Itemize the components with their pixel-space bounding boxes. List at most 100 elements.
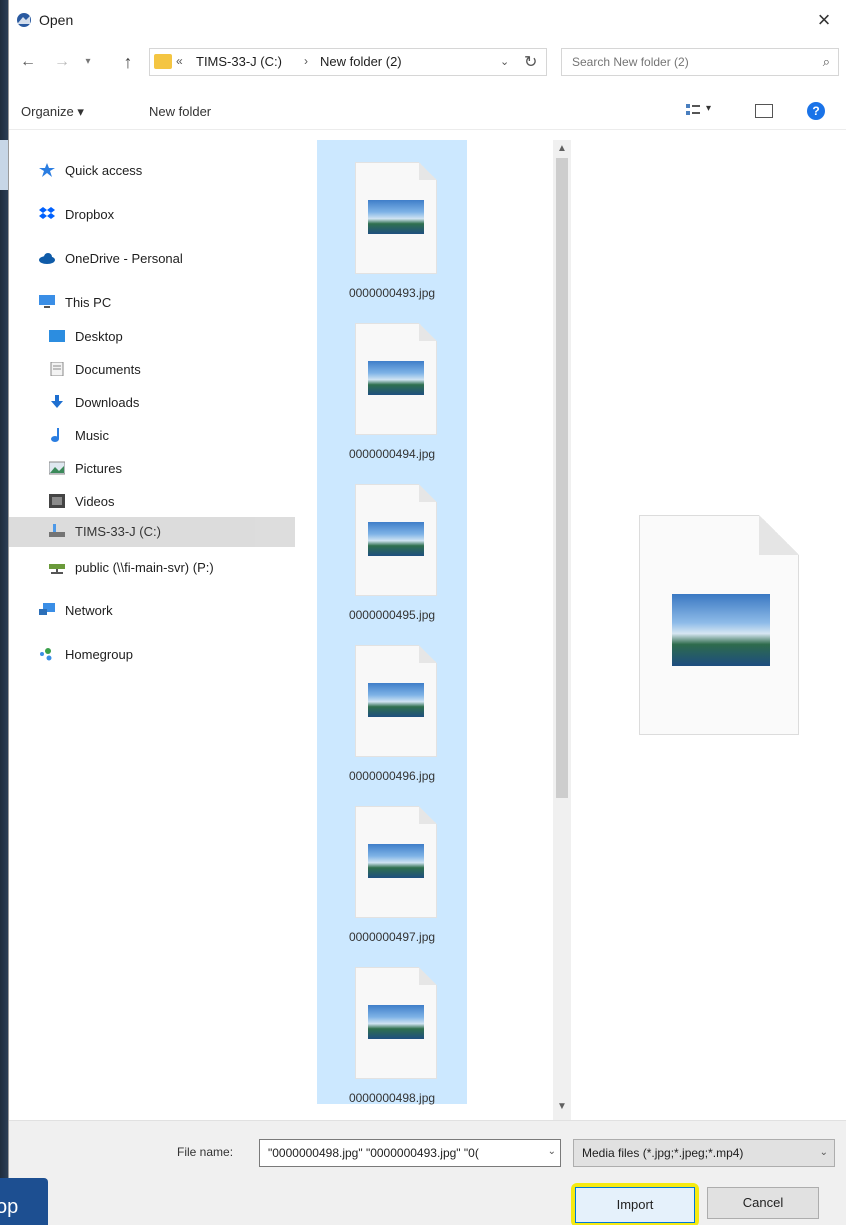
breadcrumb-drive[interactable]: TIMS-33-J (C:): [196, 54, 282, 69]
search-input[interactable]: [562, 49, 802, 75]
file-name-dropdown-icon[interactable]: ⌄: [548, 1146, 556, 1157]
recent-locations-chevron-icon[interactable]: ▾: [77, 50, 99, 74]
sidebar-item-c-drive[interactable]: TIMS-33-J (C:): [9, 517, 295, 547]
file-name: 0000000495.jpg: [348, 608, 436, 622]
app-icon: [17, 13, 31, 27]
documents-icon: [50, 362, 64, 376]
file-type-value: Media files (*.jpg;*.jpeg;*.mp4): [582, 1146, 744, 1160]
sidebar-item-dropbox[interactable]: Dropbox: [9, 200, 305, 230]
sidebar-item-label: Downloads: [75, 395, 140, 410]
computer-icon: [39, 295, 55, 308]
file-name: 0000000496.jpg: [348, 769, 436, 783]
sidebar-item-videos[interactable]: Videos: [9, 487, 305, 517]
dialog-footer: File name: ⌄ Media files (*.jpg;*.jpeg;*…: [9, 1120, 846, 1225]
sidebar-item-public-drive[interactable]: public (\\fi-main-svr) (P:): [9, 553, 305, 583]
organize-menu[interactable]: Organize ▾: [21, 104, 84, 120]
help-icon[interactable]: ?: [807, 102, 825, 120]
sidebar-item-network[interactable]: Network: [9, 596, 305, 626]
preview-thumbnail: [672, 594, 770, 666]
file-type-select[interactable]: Media files (*.jpg;*.jpeg;*.mp4) ⌄: [573, 1139, 835, 1167]
navigation-bar: ← → ▾ ↑ « TIMS-33-J (C:) › New folder (2…: [9, 44, 846, 80]
homegroup-icon: [40, 648, 52, 661]
sidebar-item-downloads[interactable]: Downloads: [9, 388, 305, 418]
breadcrumb-overflow-icon[interactable]: «: [176, 54, 183, 68]
search-box[interactable]: ⌕: [561, 48, 839, 76]
image-thumbnail-icon: [368, 361, 424, 395]
file-name-label: File name:: [177, 1145, 234, 1159]
file-item[interactable]: 0000000496.jpg: [317, 633, 467, 793]
cloud-icon: [39, 253, 55, 264]
scroll-up-icon[interactable]: ▲: [553, 140, 571, 158]
sidebar-item-label: Documents: [75, 362, 141, 377]
sidebar-item-label: TIMS-33-J (C:): [75, 524, 161, 539]
image-thumbnail-icon: [368, 683, 424, 717]
scroll-down-icon[interactable]: ▼: [553, 1098, 571, 1116]
taskbar-fragment-label: op: [0, 1196, 19, 1218]
file-list-scrollbar[interactable]: ▲ ▼: [553, 140, 571, 1120]
search-icon[interactable]: ⌕: [823, 54, 830, 70]
title-bar: Open ×: [9, 0, 846, 40]
navigation-pane: Quick access Dropbox OneDrive - Personal…: [9, 140, 305, 1120]
file-name: 0000000497.jpg: [348, 930, 436, 944]
file-item[interactable]: 0000000495.jpg: [317, 472, 467, 632]
dropbox-icon: [39, 207, 55, 219]
cancel-button[interactable]: Cancel: [707, 1187, 819, 1219]
sidebar-item-label: OneDrive - Personal: [65, 251, 183, 266]
image-thumbnail-icon: [368, 200, 424, 234]
sidebar-item-homegroup[interactable]: Homegroup: [9, 640, 305, 670]
file-item[interactable]: 0000000494.jpg: [317, 311, 467, 471]
video-icon: [49, 494, 65, 508]
back-button[interactable]: ←: [17, 50, 39, 74]
background-window-edge: [0, 0, 8, 1225]
sidebar-item-label: public (\\fi-main-svr) (P:): [75, 560, 214, 575]
image-thumbnail-icon: [368, 522, 424, 556]
sidebar-item-label: Videos: [75, 494, 115, 509]
preview-pane-icon[interactable]: [755, 104, 773, 118]
file-name: 0000000494.jpg: [348, 447, 436, 461]
address-dropdown-icon[interactable]: ⌄: [500, 55, 509, 68]
network-drive-icon: [49, 564, 65, 574]
sidebar-item-label: Homegroup: [65, 647, 133, 662]
sidebar-item-label: Pictures: [75, 461, 122, 476]
breadcrumb-folder[interactable]: New folder (2): [320, 54, 402, 69]
sidebar-item-label: Dropbox: [65, 207, 115, 222]
file-item[interactable]: 0000000493.jpg: [317, 150, 467, 310]
file-item[interactable]: 0000000498.jpg: [317, 955, 467, 1115]
close-button[interactable]: ×: [801, 0, 846, 40]
sidebar-item-label: Desktop: [75, 329, 123, 344]
import-button[interactable]: Import: [575, 1187, 695, 1223]
network-icon: [39, 603, 55, 615]
command-bar: Organize ▾ New folder ▾ ?: [9, 94, 846, 130]
file-name-input[interactable]: [260, 1140, 534, 1166]
folder-icon: [154, 54, 172, 69]
forward-button[interactable]: →: [51, 50, 73, 74]
file-list[interactable]: 0000000493.jpg 0000000494.jpg 0000000495…: [317, 140, 467, 1105]
file-name: 0000000493.jpg: [348, 286, 436, 300]
view-options-dropdown-icon[interactable]: ▾: [706, 103, 711, 114]
up-button[interactable]: ↑: [117, 50, 139, 74]
sidebar-item-this-pc[interactable]: This PC: [9, 288, 305, 318]
star-icon: [39, 163, 55, 177]
breadcrumb-separator-icon[interactable]: ›: [304, 54, 308, 68]
address-bar[interactable]: « TIMS-33-J (C:) › New folder (2) ⌄ ↻: [149, 48, 547, 76]
file-name-combobox[interactable]: ⌄: [259, 1139, 561, 1167]
sidebar-item-documents[interactable]: Documents: [9, 355, 305, 385]
sidebar-item-quick-access[interactable]: Quick access: [9, 156, 305, 186]
file-item[interactable]: 0000000497.jpg: [317, 794, 467, 954]
change-view-icon[interactable]: [685, 102, 701, 118]
sidebar-item-pictures[interactable]: Pictures: [9, 454, 305, 484]
download-icon: [51, 395, 63, 408]
sidebar-item-label: This PC: [65, 295, 112, 310]
scroll-thumb[interactable]: [556, 158, 568, 798]
file-name: 0000000498.jpg: [348, 1091, 436, 1105]
refresh-icon[interactable]: ↻: [524, 52, 537, 72]
file-type-dropdown-icon[interactable]: ⌄: [820, 1147, 828, 1158]
sidebar-item-music[interactable]: Music: [9, 421, 305, 451]
taskbar-fragment[interactable]: op: [0, 1178, 48, 1225]
music-icon: [51, 428, 59, 442]
new-folder-button[interactable]: New folder: [149, 104, 211, 119]
sidebar-item-onedrive[interactable]: OneDrive - Personal: [9, 244, 305, 274]
sidebar-item-label: Music: [75, 428, 109, 443]
sidebar-item-desktop[interactable]: Desktop: [9, 322, 305, 352]
desktop-icon: [49, 330, 65, 342]
